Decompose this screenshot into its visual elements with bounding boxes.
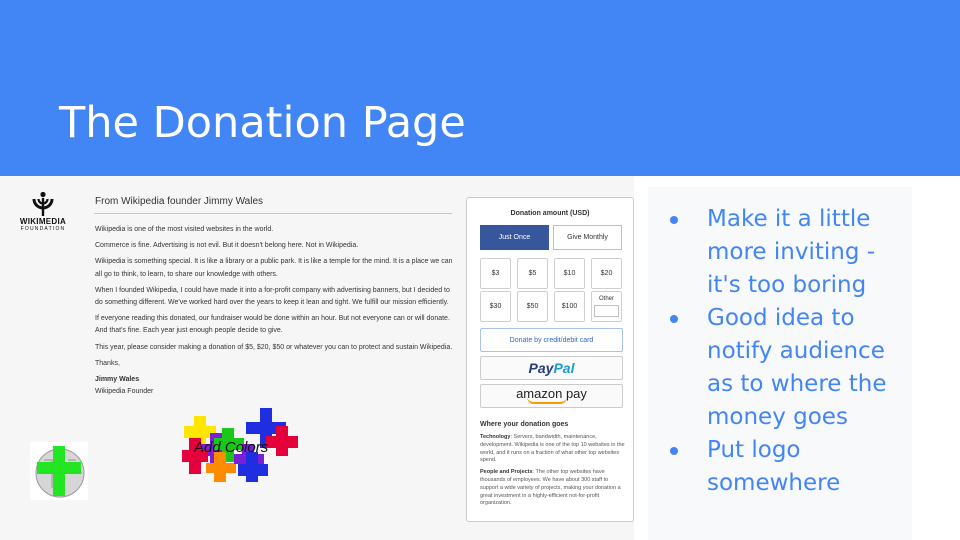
- feedback-item: Put logo somewhere: [668, 434, 908, 500]
- feedback-text: Put logo somewhere: [707, 437, 841, 496]
- feedback-item: Make it a little more inviting - it's to…: [668, 203, 908, 302]
- other-amount-input[interactable]: [594, 305, 619, 317]
- donation-amount-title: Donation amount (USD): [510, 210, 590, 217]
- give-monthly-button[interactable]: Give Monthly: [553, 225, 622, 250]
- letter-paragraph: When I founded Wikipedia, I could have m…: [95, 286, 450, 307]
- just-once-button[interactable]: Just Once: [480, 225, 549, 250]
- wikimedia-logo: WIKIMEDIA FOUNDATION: [12, 192, 74, 232]
- other-amount-label: Other: [598, 296, 614, 302]
- slide-title: The Donation Page: [59, 98, 466, 148]
- paypal-logo-pay: Pay: [528, 360, 554, 376]
- amazon-pay-button[interactable]: amazon pay: [480, 384, 623, 408]
- title-banner: The Donation Page: [0, 0, 960, 176]
- where-item-label: Technology: [480, 434, 511, 440]
- donation-page-screenshot: WIKIMEDIA FOUNDATION From Wikipedia foun…: [0, 176, 634, 540]
- signature-title: Wikipedia Founder: [95, 388, 154, 396]
- amount-30-button[interactable]: $30: [480, 291, 511, 322]
- where-donation-goes-heading: Where your donation goes: [480, 421, 569, 428]
- amount-3-button[interactable]: $3: [480, 258, 511, 289]
- founder-letter: WIKIMEDIA FOUNDATION From Wikipedia foun…: [0, 176, 460, 540]
- wikimedia-logo-name: WIKIMEDIA: [19, 217, 67, 226]
- feedback-notes: Make it a little more inviting - it's to…: [648, 187, 912, 540]
- letter-paragraph: If everyone reading this donated, our fu…: [95, 315, 450, 335]
- amount-5-button[interactable]: $5: [517, 258, 548, 289]
- add-colors-label: Add Colors: [194, 439, 269, 456]
- letter-paragraph: Wikipedia is one of the most visited web…: [95, 226, 274, 233]
- wikimedia-logo-sub: FOUNDATION: [20, 226, 66, 232]
- signature-name: Jimmy Wales: [95, 376, 140, 384]
- paypal-button[interactable]: Pay Pal: [480, 356, 623, 380]
- where-donation-goes-text: Technology: Servers, bandwidth, maintena…: [480, 434, 627, 512]
- where-item: Technology: Servers, bandwidth, maintena…: [480, 434, 627, 465]
- amount-50-button[interactable]: $50: [517, 291, 548, 322]
- letter-paragraph: Thanks,: [95, 359, 120, 367]
- heading-divider: [94, 213, 452, 214]
- feedback-item: Good idea to notify audience as to where…: [668, 302, 908, 434]
- where-item-label: People and Projects: [480, 469, 533, 476]
- amount-100-button[interactable]: $100: [554, 291, 585, 322]
- bullet-icon: [670, 315, 678, 323]
- amount-20-button[interactable]: $20: [591, 258, 622, 289]
- donate-card-button[interactable]: Donate by credit/debit card: [480, 328, 623, 352]
- other-amount-option[interactable]: Other: [591, 291, 622, 322]
- where-item: People and Projects: The other top websi…: [480, 469, 627, 508]
- bullet-icon: [670, 216, 678, 224]
- letter-heading: From Wikipedia founder Jimmy Wales: [95, 196, 264, 207]
- letter-paragraph: Commerce is fine. Advertising is not evi…: [95, 242, 359, 250]
- bullet-icon: [670, 447, 678, 455]
- letter-paragraph: This year, please consider making a dona…: [95, 343, 453, 351]
- letter-paragraph: Wikipedia is something special. It is li…: [95, 258, 453, 278]
- donation-form: Donation amount (USD) Just Once Give Mon…: [466, 197, 634, 522]
- amazon-smile-icon: [526, 397, 567, 404]
- feedback-list: Make it a little more inviting - it's to…: [668, 203, 908, 500]
- paypal-logo-pal: Pal: [553, 360, 575, 376]
- wikimedia-mark-icon: [32, 192, 54, 216]
- letter-body: Wikipedia is one of the most visited web…: [95, 224, 457, 398]
- feedback-text: Good idea to notify audience as to where…: [707, 305, 887, 430]
- feedback-text: Make it a little more inviting - it's to…: [707, 206, 876, 298]
- amount-10-button[interactable]: $10: [554, 258, 585, 289]
- wikipedia-globe-icon: [30, 442, 88, 500]
